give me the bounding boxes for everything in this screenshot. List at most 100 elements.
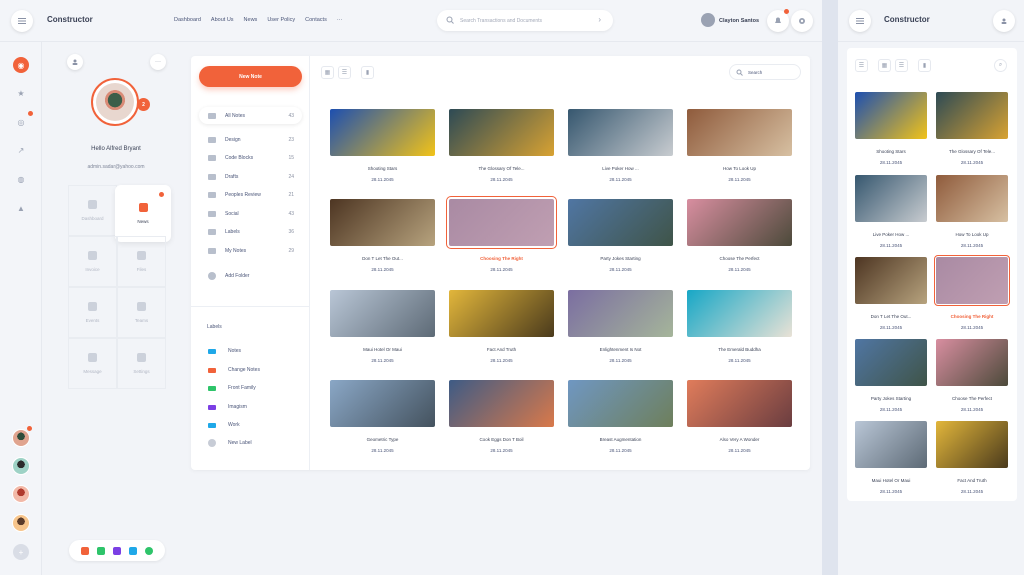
nav-dashboard[interactable]: Dashboard (174, 17, 201, 23)
settings-icon[interactable] (791, 10, 813, 32)
note-card[interactable]: Geometric Type 28.11.2045 (330, 380, 435, 453)
menu-icon[interactable] (849, 10, 871, 32)
note-title: Enlightenment Is Not (599, 347, 642, 352)
note-card[interactable]: Shooting Stars 28.11.2045 (330, 109, 435, 182)
profile-avatar[interactable] (91, 78, 139, 126)
whatsapp-icon[interactable] (145, 546, 153, 555)
notes-search-input[interactable]: Search (729, 64, 801, 80)
tile-events[interactable]: Events (68, 287, 117, 338)
folder-item[interactable]: Peoples Review 21 (199, 186, 302, 203)
note-card[interactable]: The Glossary Of Tele... 28.11.2045 (449, 109, 554, 182)
mail-icon[interactable] (97, 546, 105, 555)
note-card[interactable]: Don T Let The Out... 28.11.2045 (330, 199, 435, 272)
add-icon[interactable]: + (13, 544, 29, 560)
new-note-button[interactable]: New Note (199, 66, 302, 87)
folder-item[interactable]: Labels 36 (199, 223, 302, 240)
more-options-icon[interactable]: ··· (150, 54, 166, 70)
note-card[interactable]: The Glossary Of Tele... 28.11.2045 (936, 92, 1010, 165)
book-icon[interactable] (113, 546, 121, 555)
note-card[interactable]: How To Look Up 28.11.2045 (687, 109, 792, 182)
nav-more[interactable]: ··· (337, 17, 343, 23)
label-item[interactable]: Front Family (208, 383, 256, 393)
profile-user-icon[interactable] (67, 54, 83, 70)
note-card[interactable]: Fact And Truth 28.11.2045 (449, 290, 554, 363)
avatar[interactable] (12, 429, 30, 447)
note-card[interactable]: How To Look Up 28.11.2045 (936, 175, 1010, 248)
grid-view-icon[interactable]: ▦ (321, 66, 334, 79)
note-date: 28.11.2045 (728, 177, 751, 182)
note-card[interactable]: Choosing The Right 28.11.2045 (446, 196, 557, 272)
avatar[interactable] (12, 485, 30, 503)
trash-icon[interactable]: ▮ (361, 66, 374, 79)
user-icon[interactable] (701, 13, 715, 27)
note-thumbnail (855, 339, 927, 386)
note-card[interactable]: Choose The Perfect 28.11.2045 (936, 339, 1010, 412)
note-card[interactable]: Live Poker How ... 28.11.2045 (855, 175, 929, 248)
tile-teams[interactable]: Teams (117, 287, 166, 338)
folder-item[interactable]: Design 23 (199, 131, 302, 148)
folder-icon (208, 210, 216, 217)
trash-icon[interactable]: ▮ (918, 59, 931, 72)
note-card[interactable]: Cook Eggs Don T Boil 28.11.2045 (449, 380, 554, 453)
folder-item[interactable]: All Notes 43 (199, 107, 302, 124)
tile-settings[interactable]: Settings (117, 338, 166, 389)
grid-view-icon[interactable]: ▦ (878, 59, 891, 72)
tile-invoice[interactable]: Invoice (68, 236, 117, 287)
tile-message[interactable]: Message (68, 338, 117, 389)
note-card[interactable]: Also Very A Wonder 28.11.2045 (687, 380, 792, 453)
invoice-icon (88, 251, 97, 260)
folder-item[interactable]: My Notes 29 (199, 242, 302, 259)
note-card[interactable]: Choosing The Right 28.11.2045 (934, 255, 1010, 330)
nav-user-policy[interactable]: User Policy (267, 17, 295, 23)
star-icon[interactable]: ★ (13, 85, 29, 101)
list-view-icon[interactable]: ☰ (895, 59, 908, 72)
user-icon[interactable] (993, 10, 1015, 32)
messenger-icon[interactable]: ◎ (13, 114, 29, 130)
note-card[interactable]: Live Poker How ... 28.11.2045 (568, 109, 673, 182)
new-label-button[interactable]: New Label (208, 438, 252, 448)
compass-icon[interactable]: ◉ (13, 57, 29, 73)
nav-contacts[interactable]: Contacts (305, 17, 327, 23)
note-card[interactable]: Party Jokes Starting 28.11.2045 (855, 339, 929, 412)
note-card[interactable]: Shooting Stars 28.11.2045 (855, 92, 929, 165)
folder-item[interactable]: Social 43 (199, 205, 302, 222)
chevron-right-icon[interactable]: › (598, 15, 601, 24)
avatar[interactable] (12, 457, 30, 475)
tile-dashboard[interactable]: Dashboard (68, 185, 117, 236)
globe-icon[interactable]: ◍ (13, 171, 29, 187)
nav-news[interactable]: News (244, 17, 258, 23)
menu-icon[interactable]: ☰ (855, 59, 868, 72)
nav-about[interactable]: About Us (211, 17, 234, 23)
note-card[interactable]: Fact And Truth 28.11.2045 (936, 421, 1010, 494)
folder-item[interactable]: Code Blocks 15 (199, 149, 302, 166)
label-item[interactable]: Change Notes (208, 365, 260, 375)
note-card[interactable]: The Emerald Buddha 28.11.2045 (687, 290, 792, 363)
note-title: Choosing The Right (950, 314, 994, 319)
label-item[interactable]: Work (208, 420, 240, 430)
list-view-icon[interactable]: ☰ (338, 66, 351, 79)
home-icon[interactable]: ▲ (13, 200, 29, 216)
note-title: Shooting Stars (876, 149, 906, 154)
note-card[interactable]: Breast Augmentation 28.11.2045 (568, 380, 673, 453)
folder-item[interactable]: Drafts 24 (199, 168, 302, 185)
note-card[interactable]: Party Jokes Starting 28.11.2045 (568, 199, 673, 272)
note-card[interactable]: Maui Hotel Or Maui 28.11.2045 (855, 421, 929, 494)
telegram-icon[interactable] (129, 546, 137, 555)
search-icon[interactable]: ⌕ (994, 59, 1007, 72)
phone-icon[interactable] (81, 546, 89, 555)
avatar[interactable] (12, 514, 30, 532)
note-card[interactable]: Choose The Perfect 28.11.2045 (687, 199, 792, 272)
note-card[interactable]: Maui Hotel Or Maui 28.11.2045 (330, 290, 435, 363)
label-item[interactable]: Imagism (208, 402, 247, 412)
search-input[interactable]: Search Transactions and Documents › (437, 10, 613, 31)
profile-email: admin.sadar@yahoo.com (87, 164, 145, 170)
note-card[interactable]: Don T Let The Out... 28.11.2045 (855, 257, 929, 330)
add-folder-button[interactable]: Add Folder (199, 267, 302, 284)
menu-icon[interactable] (11, 10, 33, 32)
tile-files[interactable]: Files (117, 236, 166, 287)
label-item[interactable]: Notes (208, 346, 241, 356)
note-card[interactable]: Enlightenment Is Not 28.11.2045 (568, 290, 673, 363)
note-thumbnail (687, 290, 792, 337)
trend-icon[interactable]: ↗ (13, 142, 29, 158)
folder-icon (208, 173, 216, 180)
